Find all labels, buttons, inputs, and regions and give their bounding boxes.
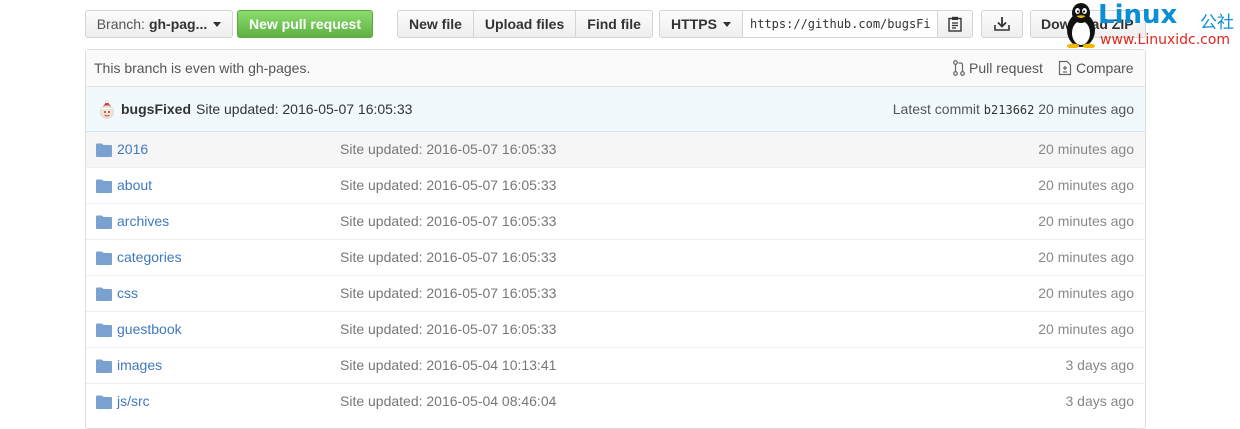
table-row: 2016 Site updated: 2016-05-07 16:05:33 2… bbox=[86, 132, 1145, 167]
new-file-button[interactable]: New file bbox=[397, 10, 474, 38]
table-row: about Site updated: 2016-05-07 16:05:33 … bbox=[86, 167, 1145, 203]
branch-info-bar: This branch is even with gh-pages. Pull … bbox=[86, 50, 1145, 87]
clipboard-icon bbox=[948, 16, 962, 32]
latest-commit-label: Latest commit bbox=[892, 101, 980, 117]
file-name-link[interactable]: 2016 bbox=[117, 141, 148, 157]
file-name-subpart: src bbox=[131, 393, 150, 409]
upload-files-button[interactable]: Upload files bbox=[472, 10, 577, 38]
file-name-link[interactable]: about bbox=[117, 177, 152, 193]
new-pull-request-button[interactable]: New pull request bbox=[237, 10, 373, 38]
file-commit-message[interactable]: Site updated: 2016-05-07 16:05:33 bbox=[340, 141, 556, 157]
file-name-link[interactable]: images bbox=[117, 357, 162, 373]
file-age: 20 minutes ago bbox=[1038, 321, 1134, 337]
file-name-link[interactable]: guestbook bbox=[117, 321, 182, 337]
watermark-brand-cjk: 公社 bbox=[1200, 13, 1234, 33]
branch-prefix: Branch: bbox=[96, 16, 145, 32]
penguin-logo bbox=[1067, 3, 1095, 48]
folder-icon bbox=[96, 395, 112, 409]
compare-icon bbox=[1058, 60, 1072, 76]
pull-request-label: Pull request bbox=[969, 60, 1043, 76]
commit-age: 20 minutes ago bbox=[1038, 101, 1134, 117]
folder-icon bbox=[96, 323, 112, 337]
file-age: 20 minutes ago bbox=[1038, 249, 1134, 265]
table-row: categories Site updated: 2016-05-07 16:0… bbox=[86, 239, 1145, 275]
latest-commit-info: Latest commit b213662 20 minutes ago bbox=[893, 101, 1134, 117]
watermark-brand: Linux bbox=[1098, 0, 1178, 30]
file-commit-message[interactable]: Site updated: 2016-05-07 16:05:33 bbox=[340, 213, 556, 229]
table-row: images Site updated: 2016-05-04 10:13:41… bbox=[86, 347, 1145, 383]
file-commit-message[interactable]: Site updated: 2016-05-04 10:13:41 bbox=[340, 357, 556, 373]
table-row: js/src Site updated: 2016-05-04 08:46:04… bbox=[86, 383, 1145, 419]
file-age: 20 minutes ago bbox=[1038, 141, 1134, 157]
commit-sha-link[interactable]: b213662 bbox=[984, 103, 1035, 117]
folder-icon bbox=[96, 143, 112, 157]
branch-status-text: This branch is even with gh-pages. bbox=[94, 60, 311, 76]
file-name-link[interactable]: js/src bbox=[117, 393, 150, 409]
file-name-link[interactable]: archives bbox=[117, 213, 169, 229]
latest-commit-bar: bugsFixed Site updated: 2016-05-07 16:05… bbox=[86, 87, 1145, 132]
watermark-logo: Linux 公社 www.Linuxidc.com bbox=[1062, 0, 1240, 50]
file-commit-message[interactable]: Site updated: 2016-05-07 16:05:33 bbox=[340, 249, 556, 265]
file-name-part: js bbox=[117, 393, 128, 409]
file-name-link[interactable]: categories bbox=[117, 249, 182, 265]
copy-url-button[interactable] bbox=[937, 10, 973, 38]
file-list: 2016 Site updated: 2016-05-07 16:05:33 2… bbox=[86, 132, 1145, 419]
open-desktop-button[interactable] bbox=[981, 10, 1023, 38]
compare-label: Compare bbox=[1076, 60, 1134, 76]
table-row: archives Site updated: 2016-05-07 16:05:… bbox=[86, 203, 1145, 239]
file-commit-message[interactable]: Site updated: 2016-05-07 16:05:33 bbox=[340, 285, 556, 301]
file-commit-message[interactable]: Site updated: 2016-05-04 08:46:04 bbox=[340, 393, 556, 409]
clone-protocol-label: HTTPS bbox=[671, 16, 717, 32]
pull-request-icon bbox=[953, 60, 965, 76]
file-age: 20 minutes ago bbox=[1038, 285, 1134, 301]
folder-icon bbox=[96, 251, 112, 265]
folder-icon bbox=[96, 287, 112, 301]
branch-select-button[interactable]: Branch: gh-pag... bbox=[85, 10, 233, 38]
file-age: 20 minutes ago bbox=[1038, 177, 1134, 193]
caret-down-icon bbox=[722, 21, 731, 27]
folder-icon bbox=[96, 179, 112, 193]
file-commit-message[interactable]: Site updated: 2016-05-07 16:05:33 bbox=[340, 177, 556, 193]
file-age: 3 days ago bbox=[1065, 393, 1135, 409]
clone-protocol-button[interactable]: HTTPS bbox=[659, 10, 743, 38]
table-row: guestbook Site updated: 2016-05-07 16:05… bbox=[86, 311, 1145, 347]
file-name-link[interactable]: css bbox=[117, 285, 138, 301]
commit-message[interactable]: Site updated: 2016-05-07 16:05:33 bbox=[196, 101, 412, 117]
watermark-url: www.Linuxidc.com bbox=[1100, 32, 1231, 48]
compare-link[interactable]: Compare bbox=[1058, 60, 1134, 76]
file-actions-group: New file Upload files Find file bbox=[397, 10, 653, 38]
download-icon bbox=[994, 17, 1010, 31]
avatar[interactable] bbox=[98, 100, 116, 120]
pull-request-link[interactable]: Pull request bbox=[953, 60, 1043, 76]
clone-url-input[interactable] bbox=[742, 10, 938, 38]
caret-down-icon bbox=[213, 21, 222, 27]
file-age: 20 minutes ago bbox=[1038, 213, 1134, 229]
find-file-button[interactable]: Find file bbox=[575, 10, 653, 38]
folder-icon bbox=[96, 359, 112, 373]
table-row: css Site updated: 2016-05-07 16:05:33 20… bbox=[86, 275, 1145, 311]
folder-icon bbox=[96, 215, 112, 229]
branch-name: gh-pag... bbox=[148, 16, 208, 32]
file-commit-message[interactable]: Site updated: 2016-05-07 16:05:33 bbox=[340, 321, 556, 337]
repository-file-box: This branch is even with gh-pages. Pull … bbox=[85, 49, 1146, 429]
commit-author-link[interactable]: bugsFixed bbox=[121, 101, 191, 117]
file-age: 3 days ago bbox=[1065, 357, 1135, 373]
